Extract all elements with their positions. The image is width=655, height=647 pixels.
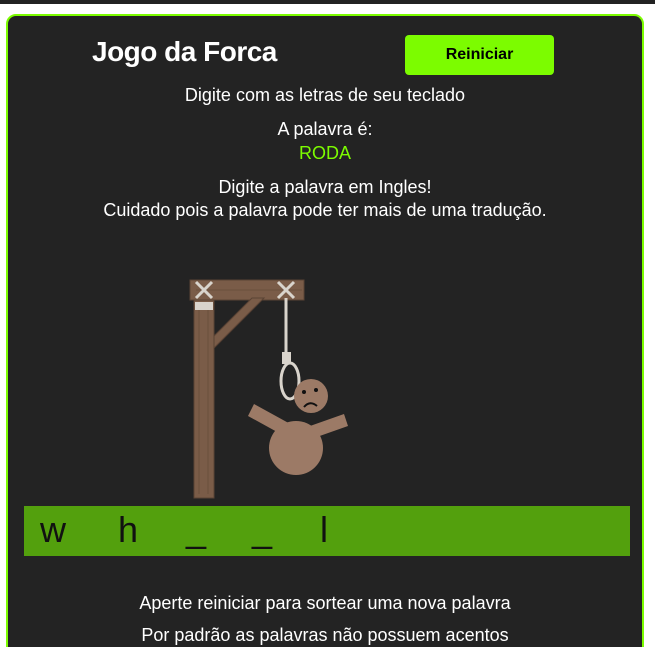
hangman-drawing <box>189 279 348 499</box>
hint-line-1: Digite a palavra em Ingles! <box>218 177 432 197</box>
footer-line-1: Aperte reiniciar para sortear uma nova p… <box>139 593 511 613</box>
letter-slot: _ <box>186 509 207 550</box>
game-panel: Jogo da Forca Reiniciar Digite com as le… <box>6 14 644 647</box>
game-title: Jogo da Forca <box>92 36 277 67</box>
word-label: A palavra é: <box>277 119 373 139</box>
restart-button[interactable]: Reiniciar <box>405 35 554 75</box>
guessed-letters-bar: w h _ _ l <box>24 506 630 556</box>
hint-line-2: Cuidado pois a palavra pode ter mais de … <box>103 200 547 220</box>
letter-slot: h <box>118 509 139 550</box>
letter-slot: _ <box>252 509 273 550</box>
top-bar <box>0 0 655 4</box>
instruction-text: Digite com as letras de seu teclado <box>184 85 466 105</box>
letter-slot: w <box>40 509 66 550</box>
target-word: RODA <box>298 143 351 163</box>
letter-slot: l <box>320 509 328 550</box>
page: Jogo da Forca Reiniciar Digite com as le… <box>0 0 655 647</box>
hangman-figure-icon <box>248 379 348 475</box>
footer-line-2: Por padrão as palavras não possuem acent… <box>141 625 509 645</box>
